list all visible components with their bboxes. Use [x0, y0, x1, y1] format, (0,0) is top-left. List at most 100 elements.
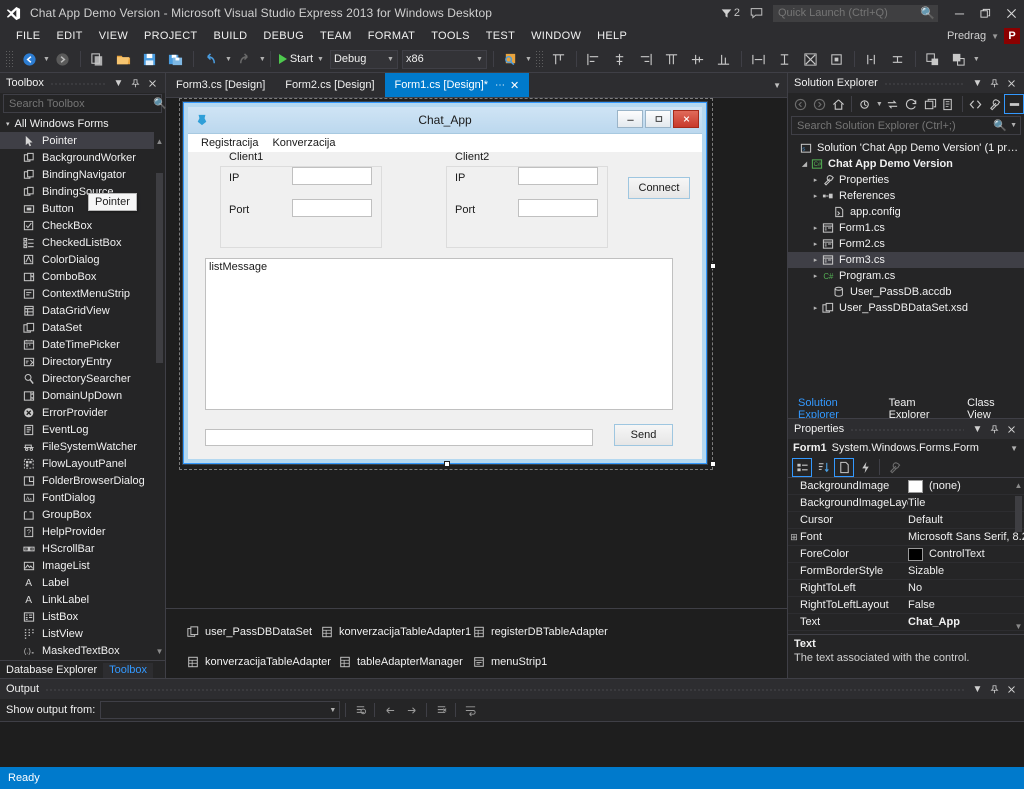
- quick-launch-box[interactable]: 🔍: [773, 4, 938, 22]
- toolbox-item-groupbox[interactable]: GroupBox: [0, 506, 165, 523]
- toolbox-item-flowlayoutpanel[interactable]: FlowLayoutPanel: [0, 455, 165, 472]
- resize-handle-bottom-center[interactable]: [444, 461, 450, 467]
- restore-window-button[interactable]: [972, 0, 998, 26]
- form-minimize-button[interactable]: [617, 110, 643, 128]
- toolbox-item-filesystemwatcher[interactable]: FileSystemWatcher: [0, 438, 165, 455]
- expander-icon[interactable]: ▸: [810, 240, 821, 248]
- expander-icon[interactable]: ▸: [810, 272, 821, 280]
- bring-to-front-button[interactable]: [920, 48, 946, 70]
- avatar[interactable]: P: [1004, 28, 1020, 44]
- solution-tree-item[interactable]: app.config: [788, 204, 1024, 220]
- client1-ip-input[interactable]: [292, 167, 372, 185]
- client2-port-input[interactable]: [518, 199, 598, 217]
- sync-with-active-document-button[interactable]: [884, 95, 902, 113]
- alphabetical-view-button[interactable]: [814, 459, 832, 476]
- form-menu-registracija[interactable]: Registracija: [194, 136, 265, 150]
- find-message-button[interactable]: [351, 701, 369, 719]
- property-value[interactable]: (none): [908, 479, 1024, 493]
- user-account-area[interactable]: Predrag ▼ P: [947, 26, 1020, 46]
- expander-icon[interactable]: ▸: [810, 256, 821, 264]
- connect-button[interactable]: Connect: [628, 177, 690, 199]
- pin-icon[interactable]: [128, 75, 143, 91]
- toolbox-item-maskedtextbox[interactable]: (.) MaskedTextBox: [0, 642, 165, 659]
- pending-changes-filter-button[interactable]: [856, 95, 874, 113]
- menu-item-build[interactable]: BUILD: [205, 28, 255, 44]
- toolbox-item-bindingsource[interactable]: BindingSource: [0, 183, 165, 200]
- decrease-horizontal-spacing-button[interactable]: [885, 48, 911, 70]
- properties-close-button[interactable]: [1004, 421, 1019, 437]
- toolbox-group-all-windows-forms[interactable]: ▾ All Windows Forms: [0, 115, 165, 132]
- toolbox-item-contextmenustrip[interactable]: ContextMenuStrip: [0, 285, 165, 302]
- align-lefts-button[interactable]: [581, 48, 607, 70]
- refresh-button[interactable]: [903, 95, 921, 113]
- open-file-button[interactable]: [111, 48, 137, 70]
- expander-icon[interactable]: ▸: [810, 224, 821, 232]
- toolbox-item-fontdialog[interactable]: Aa FontDialog: [0, 489, 165, 506]
- increase-horizontal-spacing-button[interactable]: [859, 48, 885, 70]
- expander-icon[interactable]: ◢: [799, 160, 810, 168]
- output-close-button[interactable]: [1004, 681, 1019, 697]
- toolbox-item-label[interactable]: A Label: [0, 574, 165, 591]
- solution-tree-item[interactable]: ▸ Form1.cs: [788, 220, 1024, 236]
- menu-item-file[interactable]: FILE: [8, 28, 48, 44]
- tab-database-explorer[interactable]: Database Explorer: [0, 663, 103, 678]
- send-button[interactable]: Send: [614, 424, 673, 446]
- property-value[interactable]: Tile: [908, 497, 1024, 509]
- align-middles-button[interactable]: [685, 48, 711, 70]
- redo-button[interactable]: [232, 48, 258, 70]
- solution-explorer-search-box[interactable]: 🔍 ▼: [791, 116, 1021, 135]
- align-bottoms-button[interactable]: [711, 48, 737, 70]
- back-button[interactable]: [792, 95, 810, 113]
- menu-item-help[interactable]: HELP: [589, 28, 635, 44]
- solution-explorer-options-button[interactable]: ▼: [970, 75, 985, 91]
- find-in-files-button[interactable]: [498, 48, 524, 70]
- toolbox-item-checkbox[interactable]: CheckBox: [0, 217, 165, 234]
- toolbox-item-menustrip[interactable]: MenuStrip: [0, 659, 165, 660]
- toolbox-item-listview[interactable]: ListView: [0, 625, 165, 642]
- navigate-forward-button[interactable]: [50, 48, 76, 70]
- events-view-button[interactable]: [856, 459, 874, 476]
- menu-item-project[interactable]: PROJECT: [136, 28, 205, 44]
- save-button[interactable]: [137, 48, 163, 70]
- menu-item-format[interactable]: FORMAT: [360, 28, 423, 44]
- property-value[interactable]: False: [908, 599, 1024, 611]
- chevron-down-icon[interactable]: ▼: [1010, 444, 1018, 453]
- view-code-button[interactable]: [967, 95, 985, 113]
- collapse-all-button[interactable]: [921, 95, 939, 113]
- minimize-window-button[interactable]: [946, 0, 972, 26]
- close-icon[interactable]: ✕: [510, 79, 519, 92]
- chat-app-form[interactable]: Chat_App Registracija Konverzacija Clien…: [183, 102, 707, 464]
- toolbox-item-directorysearcher[interactable]: DirectorySearcher: [0, 370, 165, 387]
- toolbox-item-datetimepicker[interactable]: DateTimePicker: [0, 336, 165, 353]
- make-same-width-button[interactable]: [746, 48, 772, 70]
- property-row[interactable]: UseWaitCursorFalse: [788, 631, 1024, 634]
- panel-drag-handle[interactable]: [883, 73, 964, 93]
- close-window-button[interactable]: [998, 0, 1024, 26]
- chevron-down-icon[interactable]: ▼: [525, 56, 532, 63]
- property-value[interactable]: Sizable: [908, 565, 1024, 577]
- doc-tab-form2[interactable]: Form2.cs [Design]: [275, 73, 385, 97]
- start-debug-button[interactable]: Start ▼: [275, 48, 328, 70]
- message-input[interactable]: [205, 429, 593, 446]
- solution-tree-item[interactable]: ▸ Properties: [788, 172, 1024, 188]
- navigate-backward-button[interactable]: [16, 48, 42, 70]
- property-value[interactable]: Chat_App: [908, 616, 1024, 628]
- panel-drag-handle[interactable]: [49, 73, 105, 93]
- properties-view-button[interactable]: [834, 457, 854, 477]
- doc-tab-form3[interactable]: Form3.cs [Design]: [166, 73, 276, 97]
- menu-item-window[interactable]: WINDOW: [523, 28, 589, 44]
- undo-button[interactable]: [198, 48, 224, 70]
- toolbox-item-checkedlistbox[interactable]: CheckedListBox: [0, 234, 165, 251]
- tray-item-user-passdbdataset[interactable]: user_PassDBDataSet: [186, 625, 320, 639]
- message-listbox[interactable]: listMessage: [205, 258, 673, 410]
- size-to-grid-button[interactable]: [798, 48, 824, 70]
- toolbar-grip[interactable]: [534, 50, 543, 68]
- expander-icon[interactable]: ▸: [810, 176, 821, 184]
- scroll-up-icon[interactable]: ▲: [154, 135, 165, 148]
- output-options-button[interactable]: ▼: [970, 681, 985, 697]
- chevron-down-icon[interactable]: ▼: [973, 56, 980, 63]
- feedback-button[interactable]: [750, 7, 763, 20]
- resize-handle-middle-right[interactable]: [710, 263, 716, 269]
- chevron-down-icon[interactable]: ▼: [317, 56, 324, 63]
- property-value[interactable]: Default: [908, 514, 1024, 526]
